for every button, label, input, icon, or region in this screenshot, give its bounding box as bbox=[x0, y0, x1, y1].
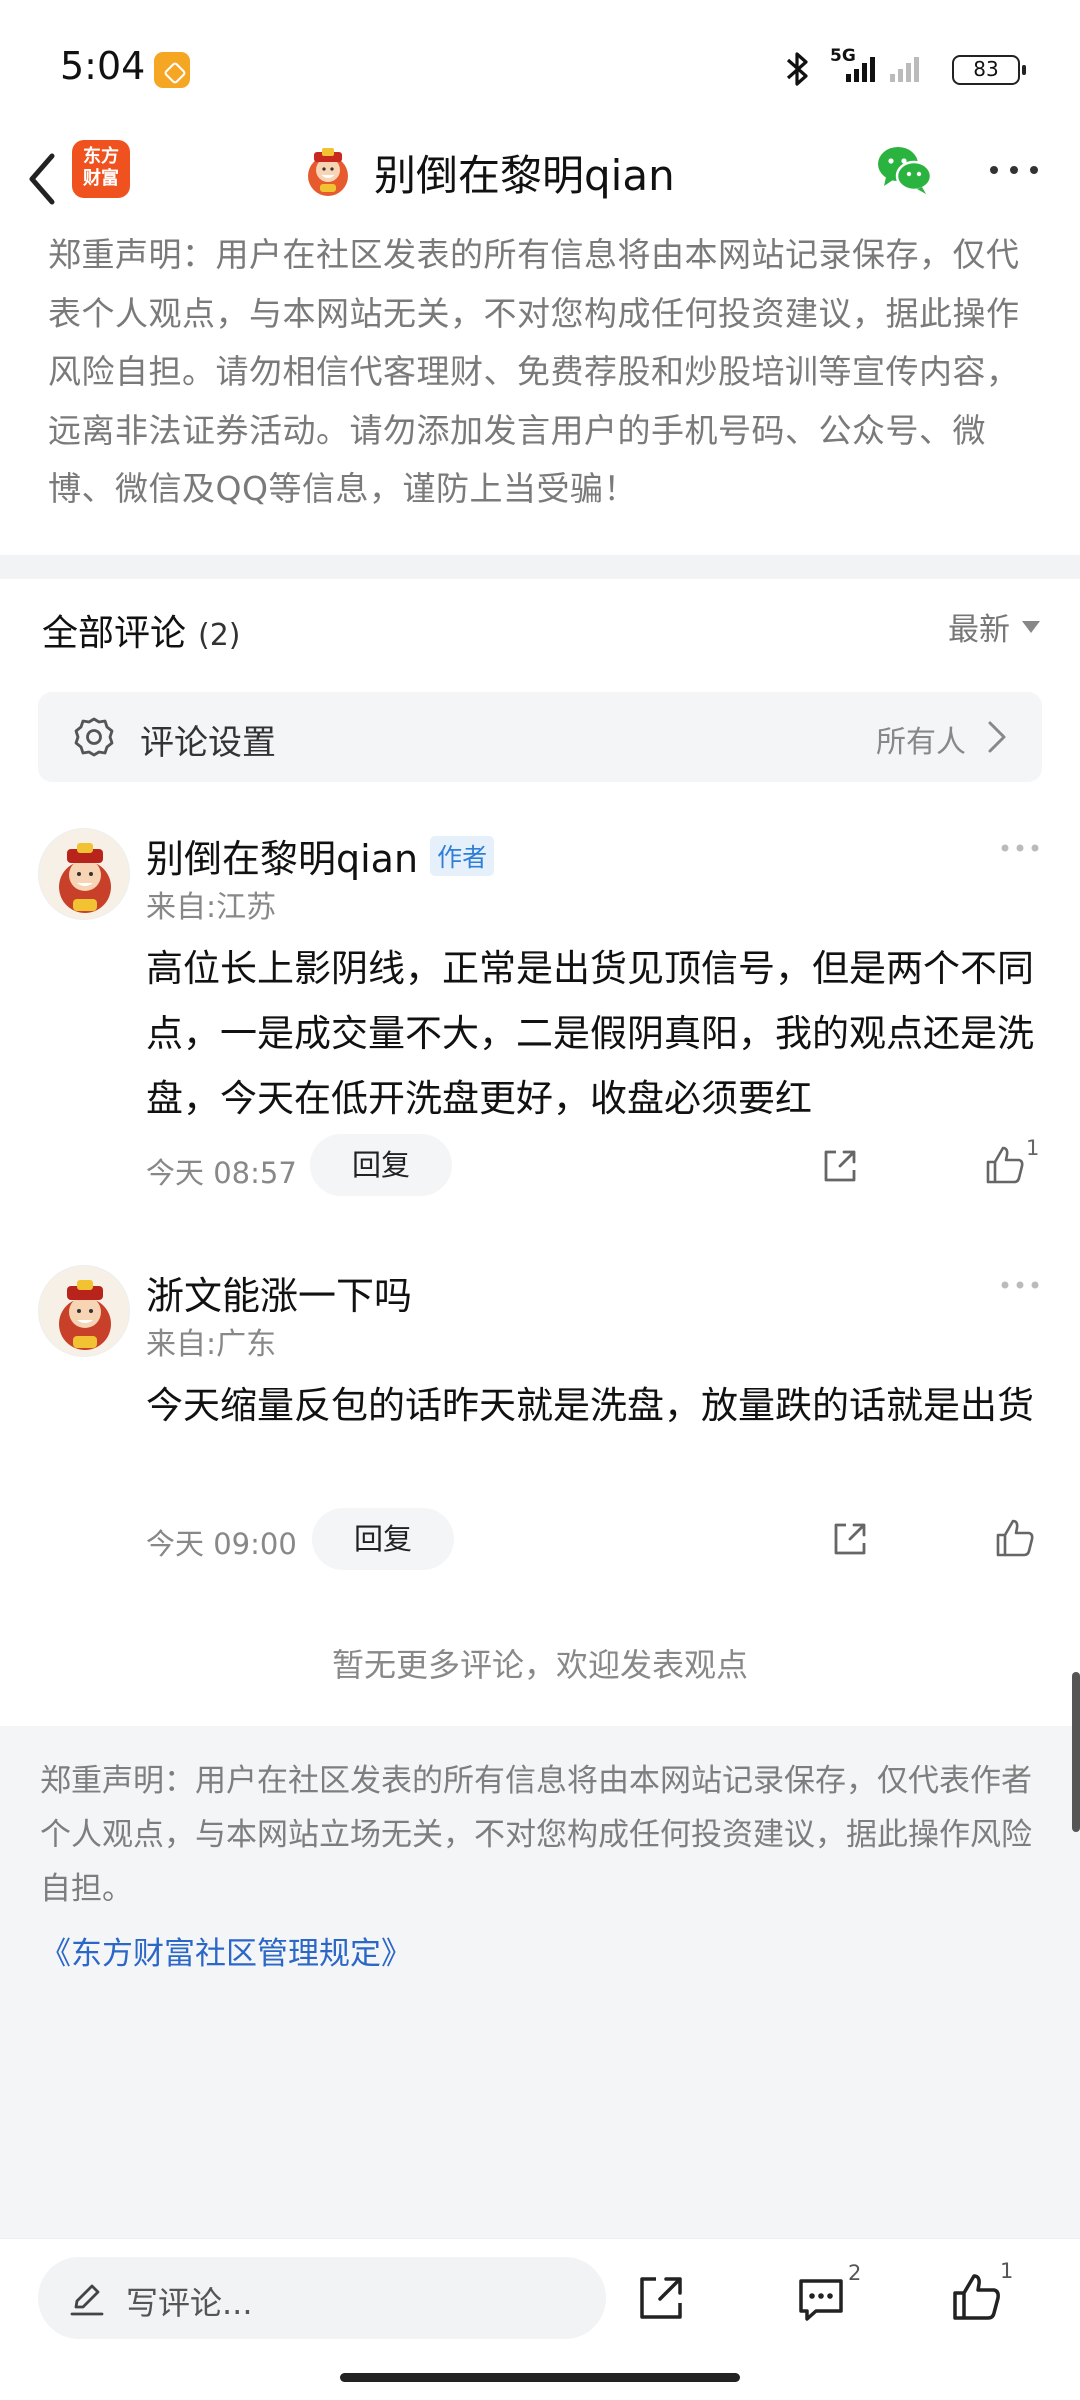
more-dots-icon[interactable] bbox=[984, 152, 1044, 188]
comment-input-placeholder: 写评论... bbox=[126, 2284, 253, 2322]
page-title: 别倒在黎明qian bbox=[374, 150, 675, 200]
app-header: 东方财富 别倒在黎明qian bbox=[0, 130, 1080, 230]
bluetooth-icon bbox=[786, 52, 808, 86]
header-title-wrap[interactable]: 别倒在黎明qian bbox=[300, 140, 675, 204]
avatar[interactable] bbox=[38, 1265, 130, 1357]
share-icon[interactable] bbox=[636, 2273, 686, 2323]
settings-label: 评论设置 bbox=[140, 723, 276, 763]
avatar[interactable] bbox=[38, 828, 130, 920]
brand-logo-text: 东方财富 bbox=[83, 146, 119, 189]
avatar-image bbox=[59, 843, 111, 913]
comment-author[interactable]: 浙文能涨一下吗 bbox=[146, 1265, 412, 1320]
comment-time: 今天 09:00 bbox=[146, 1527, 297, 1561]
caret-down-icon bbox=[1022, 620, 1040, 633]
scrollbar-thumb[interactable] bbox=[1072, 1672, 1080, 1832]
thumb-up-icon[interactable] bbox=[984, 1144, 1026, 1186]
comment-author-name: 浙文能涨一下吗 bbox=[146, 1274, 413, 1318]
avatar bbox=[308, 148, 348, 196]
thumb-up-icon[interactable] bbox=[994, 1517, 1036, 1559]
toolbar-comment-count: 2 bbox=[848, 2261, 862, 2285]
comment-text: 高位长上影阴线，正常是出货见顶信号，但是两个不同点，一是成交量不大，二是假阴真阳… bbox=[146, 947, 1034, 1120]
no-more-comments: 暂无更多评论，欢迎发表观点 bbox=[331, 1646, 748, 1684]
toolbar-like-count: 1 bbox=[1000, 2259, 1014, 2283]
reply-button[interactable]: 回复 bbox=[310, 1134, 452, 1196]
chevron-left-icon[interactable] bbox=[18, 144, 68, 214]
comments-count: (2) bbox=[198, 618, 241, 653]
status-bar: 5:04 5G 83 bbox=[0, 0, 1080, 130]
share-icon[interactable] bbox=[820, 1146, 860, 1186]
settings-value: 所有人 bbox=[876, 725, 966, 760]
chevron-right-icon bbox=[988, 721, 1006, 753]
comments-title-label: 全部评论 bbox=[42, 613, 187, 654]
disclaimer-bottom: 郑重声明：用户在社区发表的所有信息将由本网站记录保存，仅代表作者个人观点，与本网… bbox=[40, 1763, 1032, 1907]
app-notification-icon bbox=[154, 52, 190, 88]
comment-text: 今天缩量反包的话昨天就是洗盘，放量跌的话就是出货 bbox=[146, 1384, 1034, 1427]
section-divider bbox=[0, 555, 1080, 579]
footer-area: 郑重声明：用户在社区发表的所有信息将由本网站记录保存，仅代表作者个人观点，与本网… bbox=[0, 1726, 1080, 2238]
sort-label: 最新 bbox=[948, 612, 1010, 648]
author-badge: 作者 bbox=[430, 835, 495, 876]
brand-logo[interactable]: 东方财富 bbox=[72, 140, 130, 198]
status-time: 5:04 bbox=[60, 44, 146, 88]
thumb-up-icon[interactable] bbox=[950, 2271, 1002, 2323]
sort-dropdown[interactable]: 最新 bbox=[948, 604, 1040, 649]
community-rules-link[interactable]: 《东方财富社区管理规定》 bbox=[40, 1928, 412, 1973]
comment-author[interactable]: 别倒在黎明qian 作者 bbox=[146, 828, 495, 883]
pencil-icon bbox=[70, 2284, 104, 2316]
like-count: 1 bbox=[1026, 1136, 1040, 1160]
comment-item: 浙文能涨一下吗 来自:广东 今天缩量反包的话昨天就是洗盘，放量跌的话就是出货 今… bbox=[0, 1265, 1080, 1595]
share-icon[interactable] bbox=[830, 1519, 870, 1559]
signal-icon bbox=[846, 57, 919, 82]
reply-button[interactable]: 回复 bbox=[312, 1508, 454, 1570]
comment-author-name: 别倒在黎明qian bbox=[146, 837, 419, 881]
comments-title: 全部评论 (2) bbox=[42, 604, 241, 656]
comment-location: 来自:江苏 bbox=[146, 890, 277, 925]
comment-bubble-icon[interactable] bbox=[796, 2275, 846, 2323]
comment-item: 别倒在黎明qian 作者 来自:江苏 高位长上影阴线，正常是出货见顶信号，但是两… bbox=[0, 828, 1080, 1208]
avatar-image bbox=[59, 1280, 111, 1350]
comment-time: 今天 08:57 bbox=[146, 1156, 297, 1190]
wechat-icon[interactable] bbox=[876, 144, 934, 196]
home-indicator[interactable] bbox=[340, 2373, 740, 2382]
comment-location: 来自:广东 bbox=[146, 1327, 277, 1362]
more-dots-icon[interactable] bbox=[1000, 842, 1040, 854]
write-comment-input[interactable]: 写评论... bbox=[38, 2257, 606, 2339]
comment-settings-bar[interactable]: 评论设置 所有人 bbox=[38, 692, 1042, 782]
more-dots-icon[interactable] bbox=[1000, 1279, 1040, 1291]
disclaimer-top: 郑重声明：用户在社区发表的所有信息将由本网站记录保存，仅代表个人观点，与本网站无… bbox=[48, 235, 1020, 508]
gear-icon bbox=[74, 717, 114, 757]
battery-icon: 83 bbox=[952, 55, 1026, 85]
